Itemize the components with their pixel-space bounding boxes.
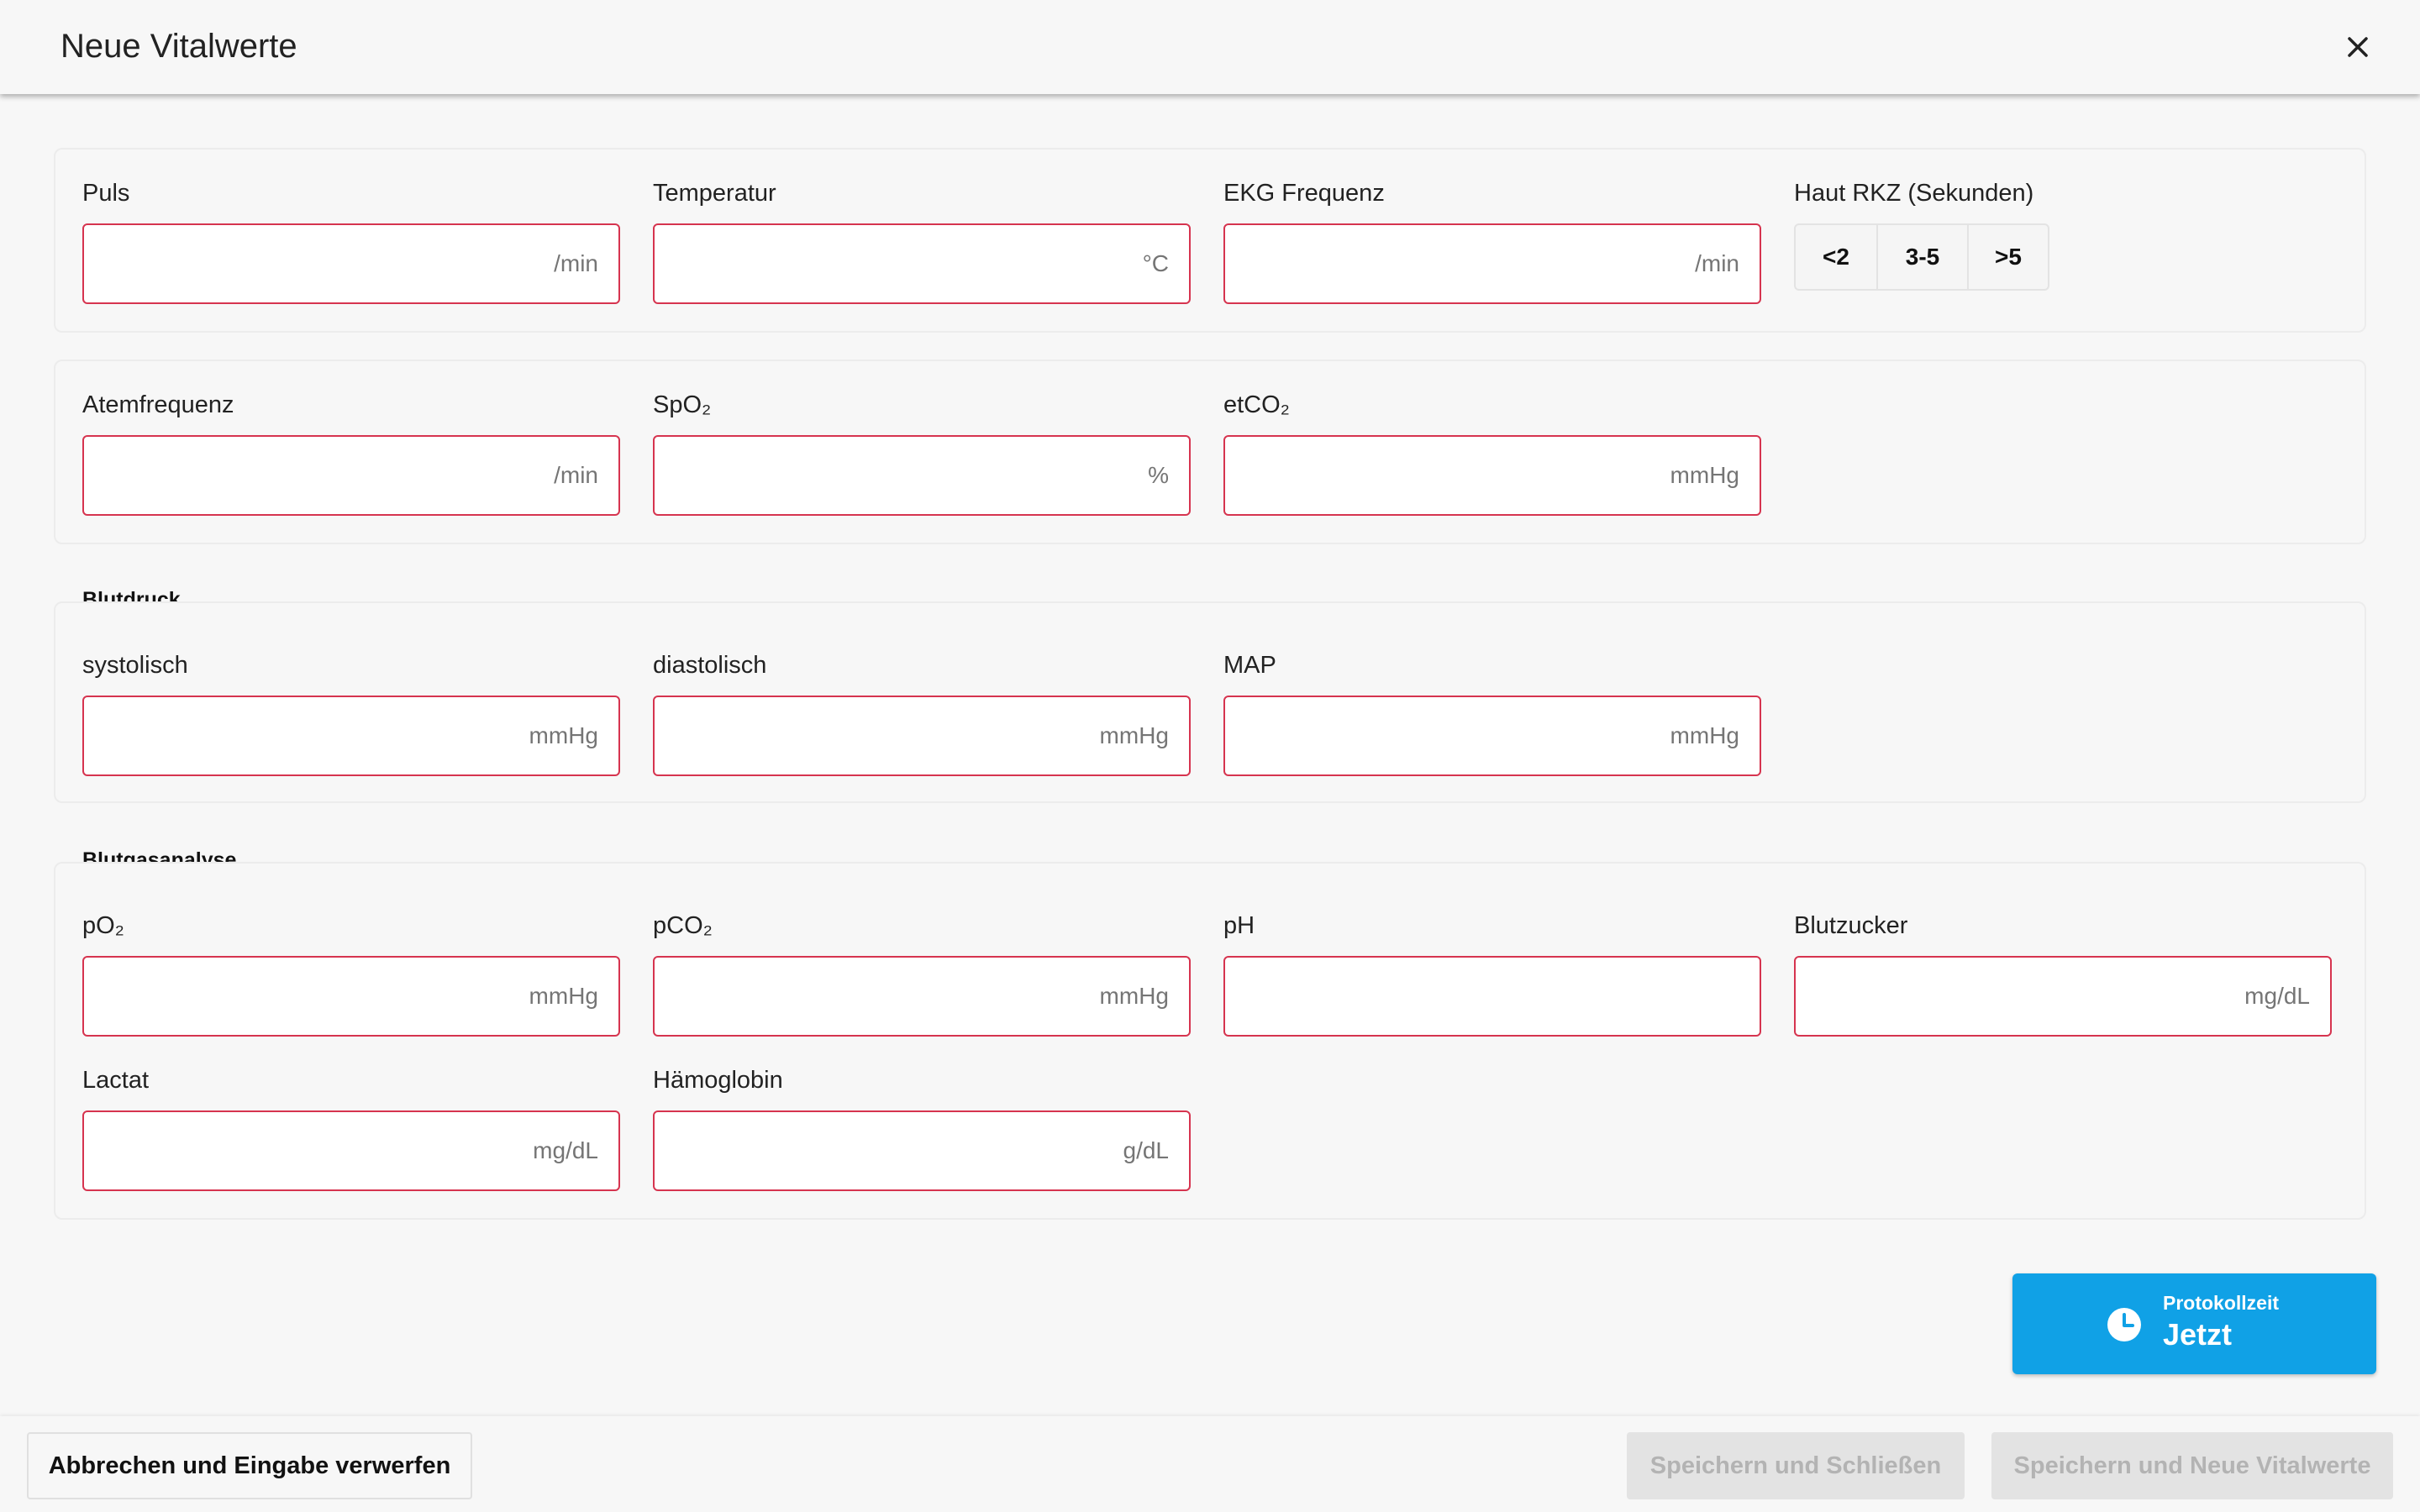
dialog-header: [0, 0, 2420, 94]
map-field[interactable]: mmHg: [1223, 696, 1761, 776]
diastolisch-field[interactable]: mmHg: [653, 696, 1191, 776]
systolisch-field[interactable]: mmHg: [82, 696, 620, 776]
temperatur-field[interactable]: °C: [653, 223, 1191, 304]
blutzucker-label: Blutzucker: [1794, 912, 1908, 939]
po2-label: pO₂: [82, 912, 124, 939]
etco2-input[interactable]: [1225, 437, 1760, 514]
ph-field[interactable]: [1223, 956, 1761, 1037]
dialog-title: Neue Vitalwerte: [60, 28, 297, 65]
po2-input[interactable]: [84, 958, 618, 1035]
atemfrequenz-label: Atemfrequenz: [82, 391, 234, 418]
protokollzeit-value: Jetzt: [2163, 1317, 2233, 1352]
close-button[interactable]: [2336, 25, 2380, 69]
clock-icon: [2107, 1308, 2141, 1341]
lactat-input[interactable]: [84, 1112, 618, 1189]
pco2-field[interactable]: mmHg: [653, 956, 1191, 1037]
etco2-label: etCO₂: [1223, 391, 1290, 418]
ekg-field[interactable]: /min: [1223, 223, 1761, 304]
haemoglobin-field[interactable]: g/dL: [653, 1110, 1191, 1191]
lactat-field[interactable]: mg/dL: [82, 1110, 620, 1191]
protokollzeit-label: Protokollzeit: [2163, 1292, 2280, 1314]
systolisch-input[interactable]: [84, 697, 618, 774]
rkz-option-lt2[interactable]: <2: [1796, 225, 1876, 289]
puls-input[interactable]: [84, 225, 618, 302]
map-input[interactable]: [1225, 697, 1760, 774]
diastolisch-input[interactable]: [655, 697, 1189, 774]
close-icon: [2348, 37, 2368, 57]
rkz-option-3-5[interactable]: 3-5: [1876, 225, 1967, 289]
save-and-close-button[interactable]: Speichern und Schließen: [1627, 1432, 1965, 1499]
ekg-label: EKG Frequenz: [1223, 180, 1385, 207]
blutzucker-field[interactable]: mg/dL: [1794, 956, 2332, 1037]
systolisch-label: systolisch: [82, 652, 188, 679]
spo2-label: SpO₂: [653, 391, 712, 418]
etco2-field[interactable]: mmHg: [1223, 435, 1761, 516]
rkz-option-gt5[interactable]: >5: [1967, 225, 2048, 289]
cancel-button[interactable]: Abbrechen und Eingabe verwerfen: [27, 1432, 472, 1499]
atemfrequenz-field[interactable]: /min: [82, 435, 620, 516]
map-label: MAP: [1223, 652, 1276, 679]
diastolisch-label: diastolisch: [653, 652, 767, 679]
ph-input[interactable]: [1225, 958, 1760, 1035]
spo2-field[interactable]: %: [653, 435, 1191, 516]
puls-label: Puls: [82, 180, 130, 207]
haemoglobin-input[interactable]: [655, 1112, 1189, 1189]
ph-label: pH: [1223, 912, 1255, 939]
protokollzeit-button[interactable]: Protokollzeit Jetzt: [2012, 1273, 2376, 1374]
pco2-label: pCO₂: [653, 912, 713, 939]
blutzucker-input[interactable]: [1796, 958, 2330, 1035]
puls-field[interactable]: /min: [82, 223, 620, 304]
pco2-input[interactable]: [655, 958, 1189, 1035]
rkz-segmented-control: <2 3-5 >5: [1794, 223, 2049, 291]
rkz-label: Haut RKZ (Sekunden): [1794, 180, 2034, 207]
temperatur-input[interactable]: [655, 225, 1189, 302]
po2-field[interactable]: mmHg: [82, 956, 620, 1037]
atemfrequenz-input[interactable]: [84, 437, 618, 514]
ekg-input[interactable]: [1225, 225, 1760, 302]
temperatur-label: Temperatur: [653, 180, 776, 207]
save-and-new-button[interactable]: Speichern und Neue Vitalwerte: [1991, 1432, 2393, 1499]
spo2-input[interactable]: [655, 437, 1189, 514]
lactat-label: Lactat: [82, 1067, 149, 1094]
haemoglobin-label: Hämoglobin: [653, 1067, 783, 1094]
